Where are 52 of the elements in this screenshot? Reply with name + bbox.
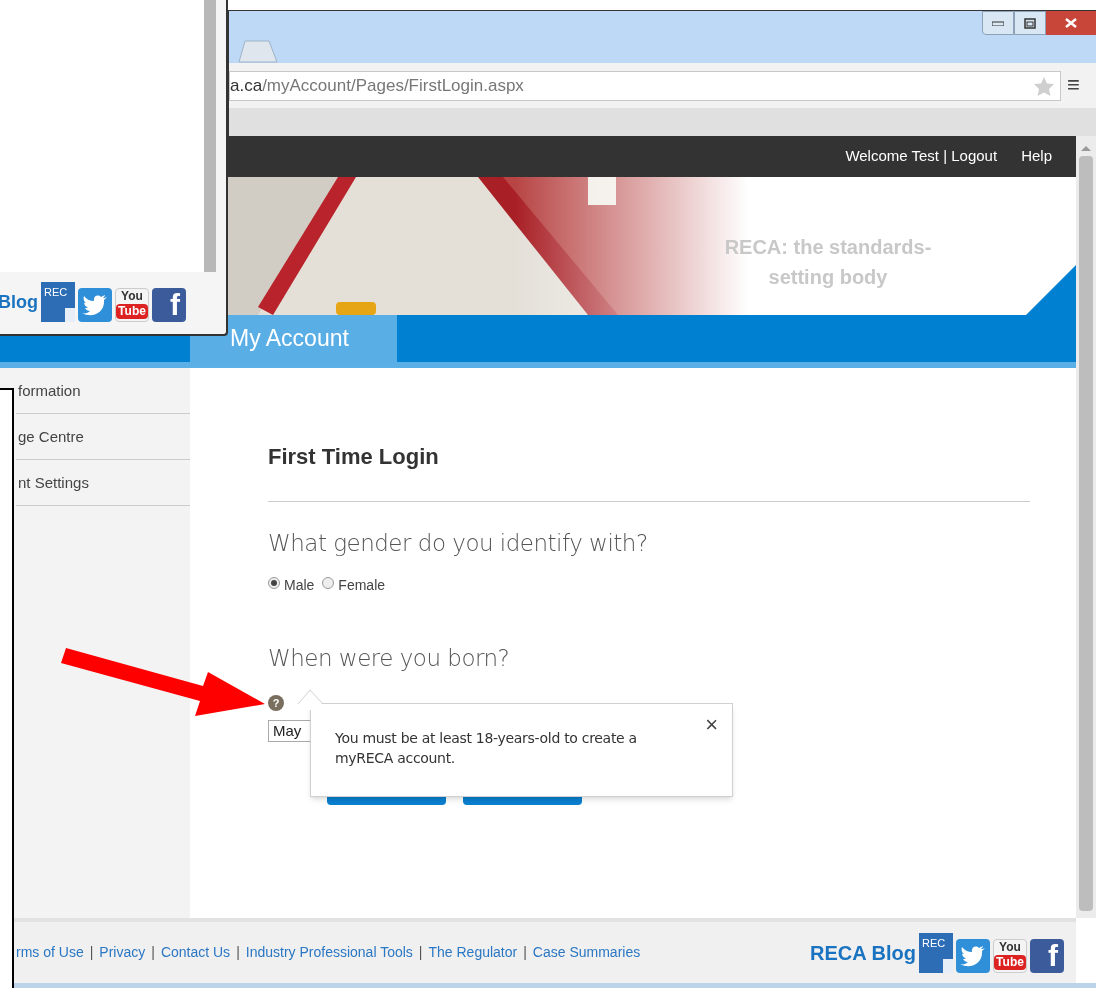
- link-separator: |: [151, 943, 155, 962]
- minimize-icon[interactable]: [992, 20, 1004, 26]
- close-window-button[interactable]: [1046, 11, 1096, 35]
- link-separator: |: [523, 943, 527, 962]
- url-host: a.ca: [230, 75, 263, 98]
- maximize-icon[interactable]: [1024, 17, 1036, 29]
- close-icon[interactable]: [1065, 18, 1077, 28]
- link-separator: |: [236, 943, 240, 962]
- scrollbar-thumb[interactable]: [1079, 156, 1093, 911]
- url-path: /myAccount/Pages/FirstLogin.aspx: [262, 75, 524, 98]
- address-bar[interactable]: a.ca/myAccount/Pages/FirstLogin.aspx: [229, 71, 1061, 101]
- gender-question: What gender do you identify with?: [268, 529, 649, 558]
- form-title: First Time Login: [268, 443, 440, 471]
- birth-question: When were you born?: [268, 643, 511, 673]
- twitter-icon[interactable]: [956, 938, 990, 973]
- footer-link[interactable]: Contact Us: [160, 942, 231, 963]
- sidebar-item[interactable]: formation: [16, 368, 190, 414]
- tooltip-message: You must be at least 18-years-old to create a myRECA account.: [335, 729, 638, 768]
- close-button[interactable]: ×: [705, 714, 718, 736]
- blog-link[interactable]: Blog: [0, 288, 38, 316]
- youtube-icon[interactable]: You Tube: [115, 288, 149, 322]
- facebook-icon[interactable]: f: [152, 288, 186, 322]
- scrollbar[interactable]: [1076, 136, 1096, 918]
- radio-label: Male: [284, 575, 315, 595]
- scrollbar[interactable]: [204, 0, 216, 272]
- bookmark-star-icon[interactable]: [1034, 77, 1054, 96]
- minimize-button[interactable]: [982, 11, 1014, 35]
- footer-link[interactable]: Privacy: [99, 942, 146, 963]
- footer-link[interactable]: Case Summaries: [532, 942, 641, 963]
- link-separator: |: [89, 943, 94, 962]
- footer-link[interactable]: The Regulator: [428, 942, 518, 963]
- maximize-button[interactable]: [1014, 11, 1046, 35]
- scroll-up-icon[interactable]: [1081, 144, 1091, 152]
- help-icon[interactable]: ?: [268, 695, 284, 711]
- radio-button[interactable]: [268, 577, 280, 589]
- help-link[interactable]: Help: [1021, 145, 1052, 168]
- twitter-icon[interactable]: [78, 288, 112, 322]
- facebook-icon[interactable]: f: [1030, 938, 1064, 973]
- banner-corner-shape: [1026, 265, 1076, 315]
- youtube-icon[interactable]: You Tube: [993, 938, 1027, 973]
- welcome-logout-link[interactable]: Welcome Test | Logout: [845, 145, 998, 168]
- reca-icon[interactable]: REC: [919, 932, 953, 973]
- footer-link[interactable]: Industry Professional Tools: [245, 942, 413, 963]
- footer-link[interactable]: rms of Use: [16, 942, 84, 963]
- radio-label: Female: [338, 575, 386, 595]
- sidebar-item[interactable]: nt Settings: [16, 460, 190, 506]
- menu-icon[interactable]: ≡: [1067, 72, 1080, 98]
- sidebar-item[interactable]: ge Centre: [16, 414, 190, 460]
- reca-icon[interactable]: REC: [41, 282, 75, 322]
- blog-link[interactable]: RECA Blog: [810, 937, 916, 968]
- radio-button[interactable]: [322, 577, 335, 589]
- link-separator: |: [418, 943, 423, 962]
